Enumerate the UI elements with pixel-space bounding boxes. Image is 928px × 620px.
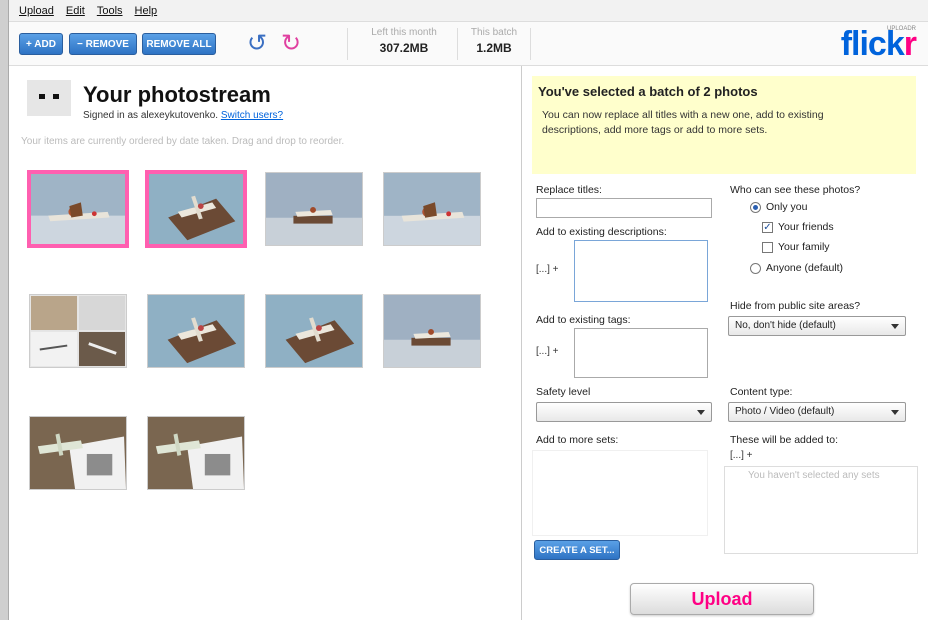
menu-edit[interactable]: Edit: [66, 5, 85, 17]
add-button[interactable]: + ADD: [19, 33, 63, 55]
batch-panel: You've selected a batch of 2 photos You …: [522, 66, 928, 620]
photo-thumbnail[interactable]: [145, 170, 247, 248]
menu-bar: Upload Edit Tools Help: [9, 0, 928, 22]
logo-text-blue: flick: [840, 25, 905, 63]
left-this-month-value: 307.2MB: [379, 41, 429, 55]
hide-public-value: No, don't hide (default): [735, 320, 836, 331]
this-batch-label: This batch: [470, 27, 518, 38]
page-title: Your photostream: [83, 82, 271, 107]
window-edge: [0, 0, 9, 620]
signed-in-label: Signed in as alexeykutovenko.: [83, 110, 219, 121]
only-you-radio[interactable]: [750, 202, 761, 213]
photo-thumbnail[interactable]: [29, 294, 127, 368]
photo-thumbnail[interactable]: [265, 294, 363, 368]
photo-thumbnail[interactable]: [147, 294, 245, 368]
content-type-label: Content type:: [730, 386, 793, 398]
photo-thumbnail[interactable]: [383, 172, 481, 246]
logo-text-pink: r: [903, 25, 917, 63]
left-this-month-label: Left this month: [371, 27, 437, 38]
toolbar-separator: [457, 28, 458, 60]
friends-label: Your friends: [778, 221, 834, 233]
no-sets-text: You haven't selected any sets: [748, 470, 880, 481]
create-set-button[interactable]: CREATE A SET...: [534, 540, 620, 560]
photo-thumbnail[interactable]: [383, 294, 481, 368]
menu-upload[interactable]: Upload: [19, 5, 54, 17]
add-tags-label: Add to existing tags:: [536, 314, 631, 326]
anyone-label: Anyone (default): [766, 262, 844, 274]
added-to-ellipsis: [...] +: [730, 450, 753, 461]
chevron-down-icon: [891, 324, 899, 329]
safety-level-select[interactable]: [536, 402, 712, 422]
remove-all-button[interactable]: REMOVE ALL: [142, 33, 216, 55]
this-batch-value: 1.2MB: [476, 41, 512, 55]
content-type-value: Photo / Video (default): [735, 406, 835, 417]
photo-thumbnail[interactable]: [265, 172, 363, 246]
rotate-right-icon[interactable]: ↻: [281, 30, 301, 58]
hide-public-select[interactable]: No, don't hide (default): [728, 316, 906, 336]
this-batch: This batch 1.2MB: [461, 27, 527, 55]
who-can-see-label: Who can see these photos?: [730, 184, 861, 196]
descriptions-ellipsis: [...] +: [536, 264, 559, 275]
hide-public-label: Hide from public site areas?: [730, 300, 861, 312]
left-this-month: Left this month 307.2MB: [354, 27, 454, 55]
add-to-sets-label: Add to more sets:: [536, 434, 619, 446]
menu-tools[interactable]: Tools: [97, 5, 123, 17]
safety-level-label: Safety level: [536, 386, 591, 398]
add-tags-input[interactable]: [574, 328, 708, 378]
sets-list[interactable]: [532, 450, 708, 536]
replace-titles-input[interactable]: [536, 198, 712, 218]
add-descriptions-label: Add to existing descriptions:: [536, 226, 667, 238]
rotate-left-icon[interactable]: ↺: [247, 30, 267, 58]
added-to-label: These will be added to:: [730, 434, 838, 446]
toolbar: + ADD − REMOVE REMOVE ALL ↺ ↻ Left this …: [9, 22, 928, 66]
batch-description: You can now replace all titles with a ne…: [542, 109, 824, 136]
batch-heading: You've selected a batch of 2 photos: [538, 84, 758, 99]
remove-button[interactable]: − REMOVE: [69, 33, 137, 55]
toolbar-separator: [530, 28, 531, 60]
photo-thumbnail[interactable]: [27, 170, 129, 248]
flickr-logo: flickr: [840, 25, 917, 63]
avatar: [27, 80, 71, 116]
upload-button[interactable]: Upload: [630, 583, 814, 615]
family-checkbox[interactable]: [762, 242, 773, 253]
photo-thumbnail[interactable]: [29, 416, 127, 490]
content-type-select[interactable]: Photo / Video (default): [728, 402, 906, 422]
replace-titles-label: Replace titles:: [536, 184, 602, 196]
toolbar-separator: [347, 28, 348, 60]
batch-banner: You've selected a batch of 2 photos You …: [532, 76, 916, 174]
family-label: Your family: [778, 241, 830, 253]
only-you-label: Only you: [766, 201, 808, 213]
chevron-down-icon: [891, 410, 899, 415]
photo-thumbnail[interactable]: [147, 416, 245, 490]
order-note: Your items are currently ordered by date…: [21, 136, 345, 147]
anyone-radio[interactable]: [750, 263, 761, 274]
signed-in-text: Signed in as alexeykutovenko. Switch use…: [83, 110, 283, 121]
friends-checkbox[interactable]: ✓: [762, 222, 773, 233]
chevron-down-icon: [697, 410, 705, 415]
tags-ellipsis: [...] +: [536, 346, 559, 357]
menu-help[interactable]: Help: [135, 5, 158, 17]
photostream-panel: Your photostream Signed in as alexeykuto…: [9, 66, 521, 620]
switch-users-link[interactable]: Switch users?: [221, 110, 283, 121]
add-descriptions-input[interactable]: [574, 240, 708, 302]
